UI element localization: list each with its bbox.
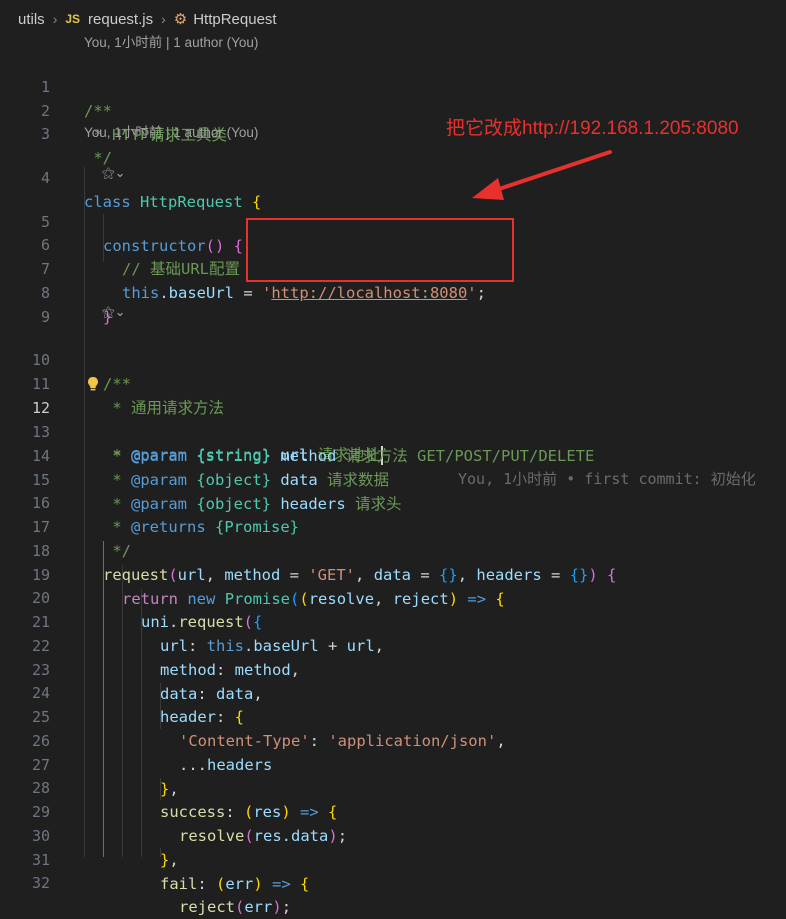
code-line: 30 }, (0, 801, 786, 869)
code-line: 22 method: method, (0, 611, 786, 679)
code-line: 23 data: data, (0, 635, 786, 703)
punctuation: ; (281, 897, 292, 916)
breadcrumb-folder[interactable]: utils (18, 11, 45, 28)
code-line: 12 * @param {string} url 请求地址 You, 1小时前 … (0, 373, 786, 488)
code-line: 9 (0, 282, 786, 326)
code-line: 27 }, (0, 730, 786, 798)
code-line: 16 * @returns {Promise} (0, 468, 786, 536)
code-line: 29 resolve(res.data); (0, 777, 786, 845)
param: err (225, 874, 254, 893)
code-line: 14 * @param {object} data 请求数据 (0, 421, 786, 489)
code-line: 4 class HttpRequest { (0, 143, 786, 211)
code-line: 21 url: this.baseUrl + url, (0, 587, 786, 655)
breadcrumb-symbol[interactable]: HttpRequest (193, 11, 276, 28)
code-text[interactable]: reject(err); (179, 896, 291, 919)
punctuation: : (197, 874, 216, 893)
js-file-icon: JS (65, 12, 81, 26)
code-line: 18 request(url, method = 'GET', data = {… (0, 516, 786, 584)
bracket: ( (235, 897, 245, 916)
codelens-blame[interactable]: You, 1小时前 | 1 author (You) (84, 123, 258, 143)
code-line: 5 constructor() { (0, 187, 786, 255)
param: err (244, 897, 273, 916)
function-call: reject (179, 897, 235, 916)
code-line: 31 fail: (err) => { (0, 825, 786, 893)
code-line: 17 */ (0, 492, 786, 560)
code-line: 20 uni.request({ (0, 563, 786, 631)
code-text[interactable]: fail: (err) => { (160, 873, 309, 897)
breadcrumb-file[interactable]: request.js (88, 11, 153, 28)
copilot-icon[interactable]: ⚝⌄ (102, 305, 126, 320)
bracket: ( (216, 874, 226, 893)
code-line: 1 /** (0, 52, 786, 120)
code-line: 11 * 通用请求方法 (0, 349, 786, 417)
chevron-right-icon: › (52, 11, 58, 27)
annotation-arrow-icon (472, 150, 612, 200)
code-line: 10 /** (0, 325, 786, 393)
code-line: 24 header: { (0, 658, 786, 726)
code-line: 32 reject(err); (0, 848, 786, 916)
copilot-icon[interactable]: ⚝⌄ (102, 166, 126, 181)
bracket: ) (253, 874, 263, 893)
code-line: 15 * @param {object} headers 请求头 (0, 445, 786, 513)
property-key: fail (160, 874, 198, 893)
bracket: { (300, 874, 310, 893)
arrow: => (262, 874, 301, 893)
codelens-blame[interactable]: You, 1小时前 | 1 author (You) (84, 33, 258, 53)
annotation-note: 把它改成http://192.168.1.205:8080 (446, 118, 739, 139)
lightbulb-icon[interactable] (86, 376, 100, 392)
line-number: 32 (31, 873, 50, 892)
annotation-highlight-box (246, 218, 514, 282)
code-line: 13 * @param {string} method 请求方法 GET/POS… (0, 397, 786, 465)
bracket: ) (272, 897, 282, 916)
code-line: 2 * HTTP请求工具类 (0, 76, 786, 144)
code-line: 26 ...headers (0, 706, 786, 774)
class-symbol-icon: ⚙ (173, 11, 188, 28)
code-line: 28 success: (res) => { (0, 753, 786, 821)
chevron-right-icon: › (161, 11, 166, 27)
code-line: 19 return new Promise((resolve, reject) … (0, 540, 786, 608)
code-line: 25 'Content-Type': 'application/json', (0, 682, 786, 750)
